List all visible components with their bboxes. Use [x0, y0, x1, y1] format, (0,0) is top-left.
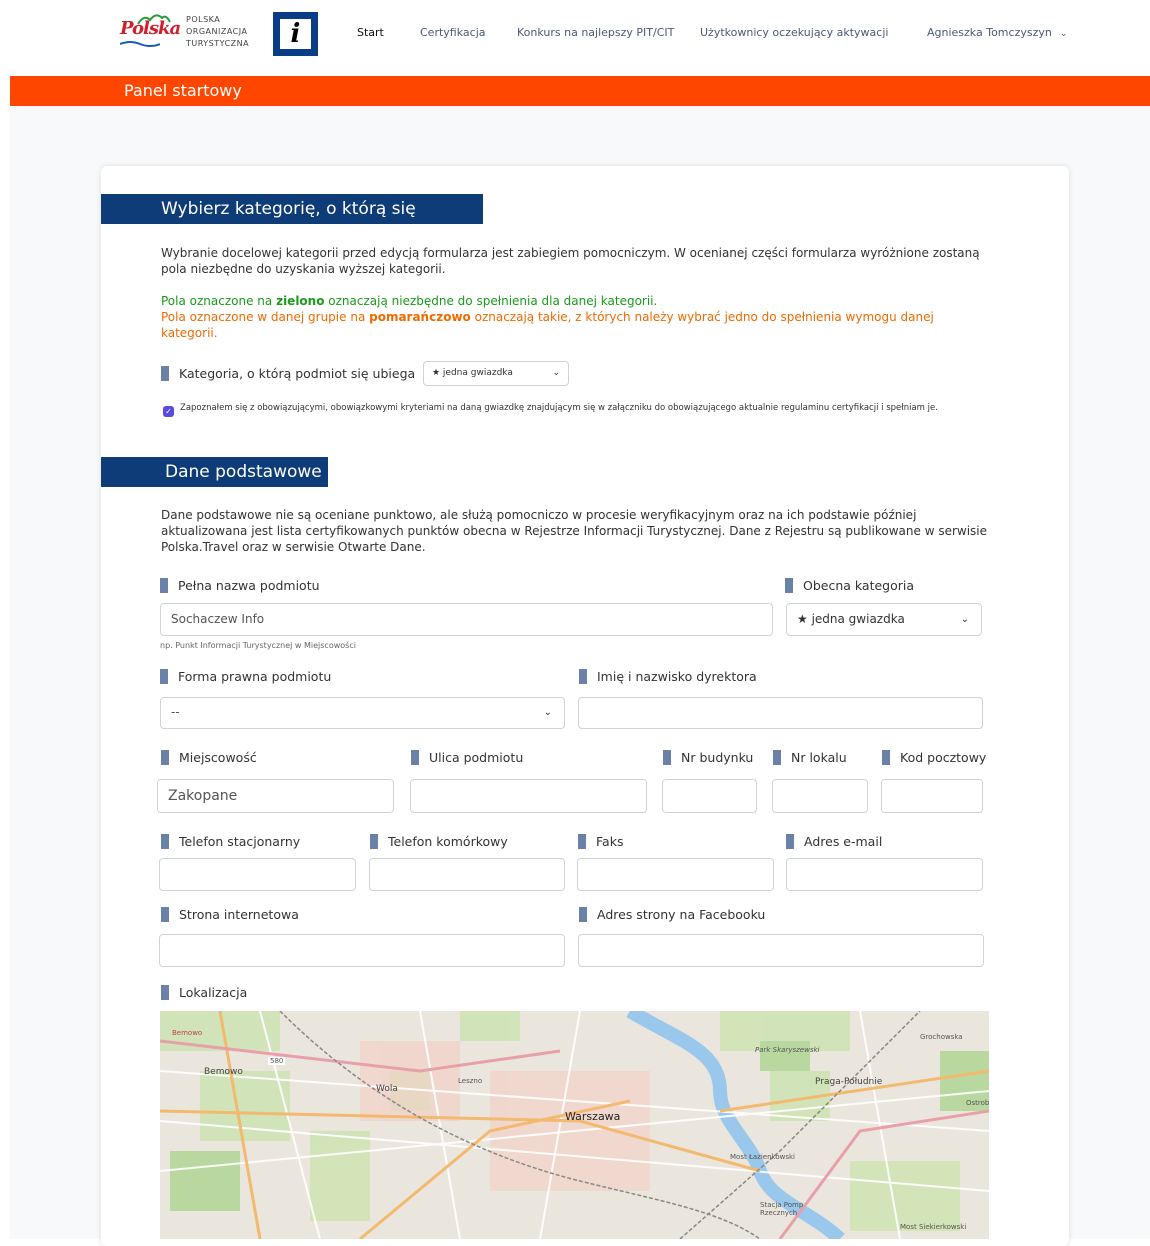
nav-certyfikacja[interactable]: Certyfikacja [420, 26, 485, 39]
landline-input[interactable] [159, 858, 356, 891]
logo-wave-icon [120, 41, 160, 47]
mobile-input[interactable] [369, 858, 565, 891]
fax-input[interactable] [577, 858, 774, 891]
full-name-input[interactable]: Sochaczew Info [160, 603, 773, 636]
criteria-checkbox-label: Zapoznałem się z obowiązującymi, obowiąz… [180, 403, 938, 413]
page-banner: Panel startowy [10, 76, 1150, 106]
map-label-bemowo: Bemowo [204, 1067, 243, 1077]
full-name-hint: np. Punkt Informacji Turystycznej w Miej… [160, 641, 356, 650]
orange-word: pomarańczowo [369, 310, 471, 324]
green-suffix: oznaczają niezbędne do spełnienia dla da… [324, 294, 658, 308]
category-select[interactable]: ★ jedna gwiazdka ⌄ [423, 361, 569, 386]
page-title: Panel startowy [124, 81, 242, 100]
info-symbol: i [290, 19, 301, 49]
director-input[interactable] [578, 697, 983, 729]
label-facebook: Adres strony na Facebooku [579, 907, 765, 923]
label-location: Lokalizacja [161, 985, 247, 1001]
facebook-input[interactable] [578, 934, 984, 967]
map-label-road: 580 [268, 1057, 286, 1065]
label-website: Strona internetowa [161, 907, 299, 923]
map-label-most-lazienkowski: Most Łazienkowski [730, 1153, 795, 1161]
check-icon: ✓ [165, 407, 172, 416]
label-director: Imię i nazwisko dyrektora [579, 669, 757, 685]
chevron-down-icon: ⌄ [960, 614, 969, 625]
logo-text: POLSKA ORGANIZACJA TURYSTYCZNA [186, 14, 249, 50]
nav-uzytkownicy[interactable]: Użytkownicy oczekujący aktywacji [700, 26, 888, 39]
label-building: Nr budynku [663, 750, 753, 766]
label-mobile: Telefon komórkowy [370, 834, 508, 850]
unit-input[interactable] [772, 779, 868, 813]
logo-figure-icon [137, 14, 171, 25]
label-full-name: Pełna nazwa podmiotu [160, 578, 320, 594]
current-category-value: ★ jedna gwiazdka [797, 612, 905, 626]
logo-line-1: POLSKA [186, 15, 221, 24]
user-name: Agnieszka Tomczyszyn [927, 26, 1052, 39]
map-label-warszawa: Warszawa [565, 1110, 621, 1123]
green-word: zielono [276, 294, 325, 308]
label-unit: Nr lokalu [773, 750, 847, 766]
postal-input[interactable] [881, 779, 983, 813]
label-street: Ulica podmiotu [411, 750, 523, 766]
category-select-value: ★ jedna gwiazdka [432, 368, 513, 378]
website-input[interactable] [159, 934, 565, 967]
map-label-wola: Wola [376, 1084, 398, 1094]
category-label: Kategoria, o którą podmiot się ubiega [161, 366, 415, 382]
label-city: Miejscowość [161, 750, 257, 766]
basic-intro: Dane podstawowe nie są oceniane punktowo… [161, 508, 988, 554]
label-current-category: Obecna kategoria [785, 578, 914, 594]
map-label-praga: Praga-Południe [815, 1077, 883, 1087]
label-email: Adres e-mail [786, 834, 882, 850]
green-legend: Pola oznaczone na zielono oznaczają niez… [161, 293, 981, 309]
label-landline: Telefon stacjonarny [161, 834, 300, 850]
logo-line-3: TURYSTYCZNA [186, 39, 250, 48]
info-icon: i [280, 19, 311, 49]
label-fax: Faks [578, 834, 623, 850]
email-input[interactable] [786, 858, 983, 891]
map-label-most-siekierkowski: Most Siekierkowski [900, 1223, 967, 1231]
city-input[interactable]: Zakopane [157, 779, 394, 813]
building-input[interactable] [662, 779, 757, 813]
orange-legend: Pola oznaczone w danej grupie na pomarań… [161, 309, 981, 341]
chevron-down-icon: ⌄ [1059, 29, 1068, 39]
map-label-grochowska: Grochowska [920, 1033, 963, 1041]
map-label-ostrobramska: Ostroba [966, 1099, 989, 1107]
info-logo[interactable]: i [273, 12, 318, 56]
nav-konkurs[interactable]: Konkurs na najlepszy PIT/CIT [517, 26, 674, 39]
logo-line-2: ORGANIZACJA [186, 27, 248, 36]
legal-form-select[interactable]: -- ⌄ [160, 697, 565, 729]
chevron-down-icon: ⌄ [552, 368, 560, 378]
location-map[interactable]: Bemowo Bemowo 580 Wola Leszno Warszawa P… [160, 1011, 989, 1239]
label-legal-form: Forma prawna podmiotu [160, 669, 331, 685]
legal-form-value: -- [171, 705, 180, 719]
user-menu[interactable]: Agnieszka Tomczyszyn ⌄ [927, 26, 1067, 39]
nav-start[interactable]: Start [357, 26, 384, 39]
orange-prefix: Pola oznaczone w danej grupie na [161, 310, 370, 324]
street-input[interactable] [410, 779, 647, 813]
map-tiles [160, 1011, 989, 1239]
current-category-select[interactable]: ★ jedna gwiazdka ⌄ [786, 603, 982, 636]
section-heading-category: Wybierz kategorię, o którą się ubiegasz [101, 194, 483, 249]
map-label-park: Park Skaryszewski [755, 1046, 820, 1054]
map-label-stacja: Stacja Pomp Rzecznych [760, 1201, 804, 1217]
chevron-down-icon: ⌄ [543, 707, 552, 718]
category-intro: Wybranie docelowej kategorii przed edycj… [161, 246, 980, 276]
map-label-bemowo-top: Bemowo [172, 1029, 203, 1037]
section-heading-basic: Dane podstawowe [101, 457, 328, 487]
criteria-checkbox[interactable]: ✓ [163, 406, 174, 417]
pot-logo[interactable]: Polska POLSKA ORGANIZACJA TURYSTYCZNA [110, 12, 255, 57]
map-label-leszno: Leszno [458, 1077, 483, 1085]
green-prefix: Pola oznaczone na [161, 294, 277, 308]
label-postal: Kod pocztowy [882, 750, 986, 766]
